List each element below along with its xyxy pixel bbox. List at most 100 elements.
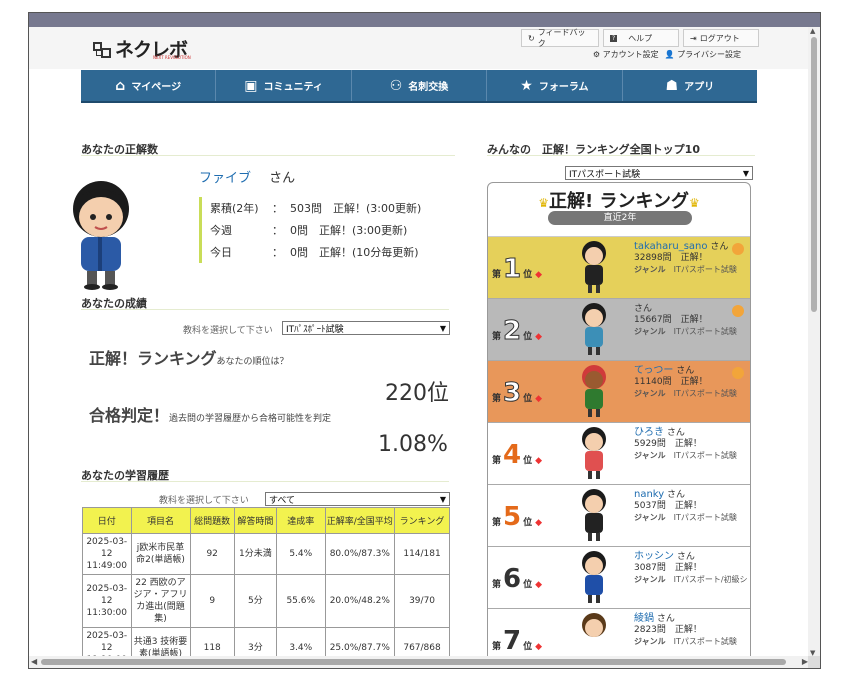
nav-app[interactable]: ☗ アプリ [623, 70, 757, 101]
ranker-info: nanky さん 5037問 正解！ ジャンル ITパスポート試験 [634, 489, 737, 522]
nav-forum[interactable]: ★ フォーラム [487, 70, 623, 101]
chevron-down-icon: ▼ [439, 494, 446, 504]
refresh-icon: ↻ [528, 33, 535, 43]
ranker-name-link[interactable]: 綾鍋 [634, 613, 654, 624]
scrollbar-thumb[interactable] [811, 37, 817, 312]
scrollbar-thumb[interactable] [41, 659, 786, 665]
table-row[interactable]: 2025-03-12 11:10:00共通3 技術要素(単語帳)1183分3.4… [82, 627, 450, 657]
star-icon: ★ [520, 77, 533, 94]
medal-icon [732, 243, 744, 255]
nav-community[interactable]: ▣ コミュニティ [216, 70, 352, 101]
crown-icon: ♛ [538, 196, 550, 210]
logout-icon: ⇥ [690, 33, 697, 43]
ranker-name-link[interactable]: ホッシン [634, 551, 674, 562]
rank-up-icon: ◆ [535, 580, 543, 590]
column-header: 解答時間 [233, 507, 278, 534]
ranker-name-link[interactable]: てっつー [634, 365, 673, 376]
rank-badge: 第 3 位 ◆ [492, 378, 543, 409]
privacy-settings-link[interactable]: 👤 プライバシー設定 [665, 49, 741, 60]
rank-badge: 第 1 位 ◆ [492, 254, 543, 285]
rank-up-icon: ◆ [535, 518, 543, 528]
history-subject-select[interactable]: すべて ▼ [265, 492, 450, 506]
scroll-left-icon[interactable]: ◀ [31, 657, 37, 666]
stat-row-total: 累積(2年)： 503問 正解！(3:00更新) [210, 202, 422, 215]
medal-icon [732, 367, 744, 379]
ranking-row[interactable]: 第 7 位 ◆ 綾鍋 さん 2823問 正解！ ジャンル ITパスポート試験 [488, 609, 750, 657]
logout-link[interactable]: ⇥ ログアウト [683, 29, 759, 47]
divider [81, 309, 449, 310]
people-icon: ⚇ [389, 77, 403, 94]
ranker-name-link[interactable]: takaharu_sano [634, 241, 708, 252]
community-icon: ▣ [244, 77, 258, 94]
site-logo[interactable]: ネクレボ NEXT REVOLUTION [93, 35, 191, 62]
user-name-link[interactable]: ファイブ [199, 171, 251, 186]
pass-heading: 合格判定！過去問の学習履歴から合格可能性を判定 [89, 406, 332, 425]
rank-badge: 第 6 位 ◆ [492, 564, 543, 594]
ranking-row[interactable]: 第 3 位 ◆ てっつー さん 11140問 正解！ ジャンル ITパスポート試験 [488, 361, 750, 423]
ranking-subject-select[interactable]: ITパスポート試験 ▼ [565, 166, 753, 180]
divider [81, 155, 455, 156]
account-settings-link[interactable]: ⚙ アカウント設定 [593, 49, 659, 60]
rank-up-icon: ◆ [535, 270, 543, 280]
column-header: 正解率/全国平均 [324, 507, 396, 534]
rank-up-icon: ◆ [535, 456, 543, 466]
vertical-scrollbar[interactable]: ▲ ▼ [808, 27, 820, 657]
stat-row-week: 今週： 0問 正解！(3:00更新) [210, 224, 408, 237]
ranker-info: ホッシン さん 3087問 正解！ ジャンル ITパスポート/初級シ [634, 551, 748, 584]
history-select-label: 教科を選択して下さい [159, 496, 249, 506]
medal-icon [732, 305, 744, 317]
main-nav: ⌂ マイページ ▣ コミュニティ ⚇ 名刺交換 ★ フォーラム ☗ アプリ [81, 70, 757, 103]
home-icon: ⌂ [115, 77, 126, 94]
user-avatar [73, 181, 129, 290]
rank-badge: 第 7 位 ◆ [492, 626, 543, 656]
score-stats: 累積(2年)： 503問 正解！(3:00更新) 今週： 0問 正解！(3:00更新… [199, 197, 421, 263]
ranker-avatar [554, 237, 634, 298]
column-header: ランキング [394, 507, 450, 534]
help-link[interactable]: ? ヘルプ [603, 29, 679, 47]
page-content: ネクレボ NEXT REVOLUTION ↻ フィードバック ? ヘルプ ⇥ ログアウ… [29, 27, 809, 657]
logo-subtext: NEXT REVOLUTION [153, 55, 191, 60]
help-icon: ? [610, 34, 618, 42]
nav-card-exchange[interactable]: ⚇ 名刺交換 [352, 70, 488, 101]
scroll-up-icon[interactable]: ▲ [810, 27, 815, 35]
table-header-row: 日付 項目名 総問題数 解答時間 達成率 正解率/全国平均 ランキング [82, 507, 450, 534]
chevron-down-icon: ▼ [742, 168, 749, 178]
feedback-link[interactable]: ↻ フィードバック [521, 28, 599, 48]
ranking-row[interactable]: 第 1 位 ◆ takaharu_sano さん 32898問 正解！ ジャンル ITパスポ… [488, 237, 750, 299]
results-select-label: 教科を選択して下さい [183, 326, 273, 336]
ranking-row[interactable]: 第 5 位 ◆ nanky さん 5037問 正解！ ジャンル ITパスポート試験 [488, 485, 750, 547]
rank-badge: 第 2 位 ◆ [492, 316, 543, 347]
window-titlebar [29, 13, 820, 27]
stat-row-today: 今日： 0問 正解！(10分毎更新) [210, 246, 419, 259]
divider [81, 481, 449, 482]
ranker-info: てっつー さん 11140問 正解！ ジャンル ITパスポート試験 [634, 361, 750, 422]
ranking-row[interactable]: 第 4 位 ◆ ひろき さん 5929問 正解！ ジャンル ITパスポート試験 [488, 423, 750, 485]
table-row[interactable]: 2025-03-12 11:30:00 22 西欧のアジア・アフリカ進出(問題集)… [82, 574, 450, 628]
results-subject-select[interactable]: ITﾊﾟｽﾎﾟｰﾄ試験 ▼ [282, 321, 450, 335]
column-header: 日付 [82, 507, 132, 534]
ranker-avatar [554, 485, 634, 546]
ranking-board-header: ♛正解! ランキング♛ 直近2年 [488, 183, 750, 237]
account-links: ⚙ アカウント設定 👤 プライバシー設定 [593, 49, 741, 60]
ranker-avatar [554, 609, 634, 657]
app-icon: ☗ [665, 77, 679, 94]
ranking-board: ♛正解! ランキング♛ 直近2年 第 1 位 ◆ takaharu_sano さん 328… [487, 182, 751, 657]
table-row[interactable]: 2025-03-12 11:49:00 j欧米市民革命2(単語帳) 92 1分未満 5.… [82, 533, 450, 575]
logo-mark-icon [93, 40, 113, 58]
period-tab[interactable]: 直近2年 [548, 211, 692, 225]
ranker-info: 綾鍋 さん 2823問 正解！ ジャンル ITパスポート試験 [634, 613, 737, 646]
pass-value: 1.08% [378, 432, 448, 457]
column-header: 達成率 [276, 507, 326, 534]
ranker-avatar [554, 423, 634, 484]
horizontal-scrollbar[interactable]: ◀ ▶ [29, 656, 810, 668]
ranker-name-link[interactable]: nanky [634, 489, 664, 500]
rank-up-icon: ◆ [535, 394, 543, 404]
crown-icon: ♛ [688, 196, 700, 210]
ranker-avatar [554, 299, 634, 360]
ranking-row[interactable]: 第 2 位 ◆ さん 15667問 正解！ ジャンル ITパスポート試験 [488, 299, 750, 361]
nav-mypage[interactable]: ⌂ マイページ [81, 70, 217, 101]
ranking-row[interactable]: 第 6 位 ◆ ホッシン さん 3087問 正解！ ジャンル ITパスポート/初級シ [488, 547, 750, 609]
ranker-name-link[interactable]: ひろき [634, 427, 664, 438]
rank-badge: 第 4 位 ◆ [492, 440, 543, 470]
user-name-line: ファイブ さん [199, 167, 295, 186]
